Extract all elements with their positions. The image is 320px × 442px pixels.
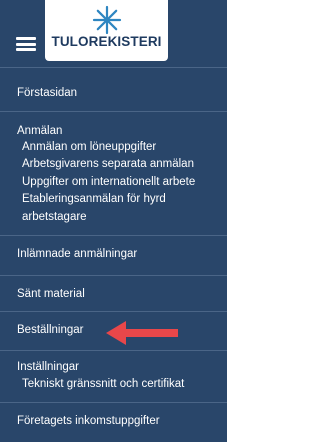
menu-item-orders[interactable]: Beställningar bbox=[17, 323, 83, 337]
arrow-left-icon bbox=[106, 321, 178, 345]
star-burst-icon bbox=[92, 5, 122, 35]
divider bbox=[0, 67, 227, 68]
divider bbox=[0, 235, 227, 236]
divider bbox=[0, 311, 227, 312]
hamburger-line bbox=[16, 48, 36, 51]
logo[interactable]: TULOREKISTERI bbox=[45, 0, 168, 61]
divider bbox=[0, 111, 227, 112]
menu-item-home[interactable]: Förstasidan bbox=[17, 86, 77, 100]
submenu-item-wage-report[interactable]: Anmälan om löneuppgifter bbox=[22, 140, 156, 154]
submenu-item-technical-interface[interactable]: Tekniskt gränssnitt och certifikat bbox=[22, 377, 184, 391]
menu-item-submitted-reports[interactable]: Inlämnade anmälningar bbox=[17, 247, 137, 261]
menu-item-sent-material[interactable]: Sänt material bbox=[17, 287, 85, 301]
menu-item-company-income[interactable]: Företagets inkomstuppgifter bbox=[17, 414, 160, 428]
header: TULOREKISTERI bbox=[0, 0, 227, 67]
submenu-item-establishment-report-cont[interactable]: arbetstagare bbox=[22, 210, 87, 224]
hamburger-line bbox=[16, 37, 36, 40]
divider bbox=[0, 402, 227, 403]
divider bbox=[0, 275, 227, 276]
submenu-item-employer-separate-report[interactable]: Arbetsgivarens separata anmälan bbox=[22, 157, 194, 171]
menu-item-settings[interactable]: Inställningar bbox=[17, 360, 79, 374]
menu-item-reports[interactable]: Anmälan bbox=[17, 124, 62, 138]
submenu-item-establishment-report[interactable]: Etableringsanmälan för hyrd bbox=[22, 192, 166, 206]
sidebar-panel: TULOREKISTERI Förstasidan Anmälan Anmäla… bbox=[0, 0, 227, 442]
submenu-item-international-work[interactable]: Uppgifter om internationellt arbete bbox=[22, 175, 195, 189]
divider bbox=[0, 350, 227, 351]
logo-text: TULOREKISTERI bbox=[51, 34, 162, 49]
hamburger-line bbox=[16, 42, 36, 46]
hamburger-icon[interactable] bbox=[16, 37, 36, 51]
